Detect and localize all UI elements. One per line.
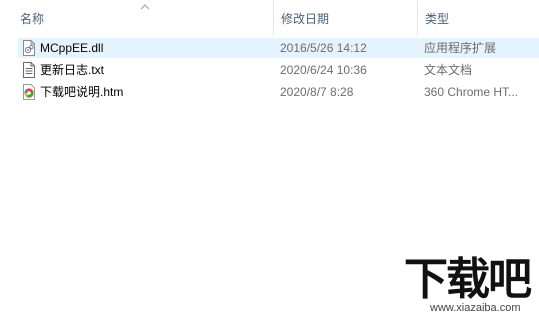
file-name: MCppEE.dll: [40, 41, 104, 55]
sort-ascending-icon: [140, 4, 150, 10]
file-date: 2016/5/26 14:12: [280, 41, 367, 55]
column-header-type-label: 类型: [425, 12, 450, 26]
file-row[interactable]: 更新日志.txt 2020/6/24 10:36 文本文档: [18, 60, 539, 80]
column-header-date[interactable]: 修改日期: [281, 0, 411, 36]
file-date: 2020/8/7 8:28: [280, 85, 354, 99]
file-date: 2020/6/24 10:36: [280, 63, 367, 77]
file-type: 文本文档: [424, 63, 473, 77]
column-header-date-label: 修改日期: [281, 12, 330, 26]
file-type: 360 Chrome HT...: [424, 85, 519, 99]
file-name: 下载吧说明.htm: [40, 85, 124, 99]
browser-html-file-icon: [23, 84, 35, 100]
dll-file-icon: [23, 40, 35, 56]
column-header-bar: 名称 修改日期 类型: [0, 0, 539, 36]
text-file-icon: [23, 62, 35, 78]
column-header-name-label: 名称: [20, 12, 45, 26]
file-type: 应用程序扩展: [424, 41, 497, 55]
file-row[interactable]: MCppEE.dll 2016/5/26 14:12 应用程序扩展: [18, 38, 539, 58]
watermark-logo: 下载吧: [404, 254, 532, 305]
column-header-type[interactable]: 类型: [425, 0, 535, 36]
column-divider[interactable]: [417, 0, 418, 36]
file-row[interactable]: 下载吧说明.htm 2020/8/7 8:28 360 Chrome HT...: [18, 82, 539, 102]
file-name: 更新日志.txt: [40, 63, 105, 77]
watermark-url: www.xiazaiba.com: [430, 302, 521, 314]
column-divider[interactable]: [273, 0, 274, 36]
